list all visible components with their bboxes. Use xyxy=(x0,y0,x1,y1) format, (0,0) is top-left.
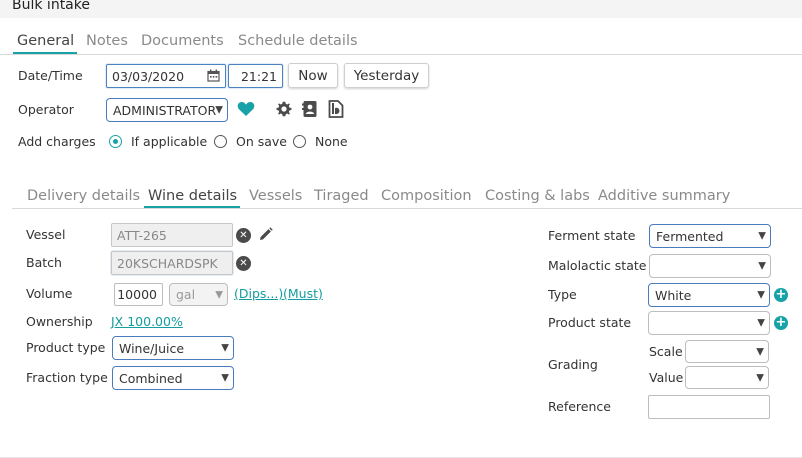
grade-value-select[interactable]: ▼ xyxy=(685,366,769,389)
caret-down-icon: ▼ xyxy=(221,372,229,384)
malolactic-state-select[interactable]: ▼ xyxy=(649,254,771,278)
ownership-label: Ownership xyxy=(26,314,93,329)
vessel-value: ATT-265 xyxy=(117,227,167,243)
now-button[interactable]: Now xyxy=(288,63,338,88)
operator-value: ADMINISTRATOR xyxy=(113,102,217,118)
charges-if-applicable-label[interactable]: If applicable xyxy=(131,134,207,149)
clear-batch-icon[interactable]: ✕ xyxy=(236,256,251,271)
reference-input[interactable] xyxy=(648,395,770,419)
caret-down-icon: ▼ xyxy=(756,346,764,357)
must-link[interactable]: (Must) xyxy=(283,286,323,301)
tab-general[interactable]: General xyxy=(17,33,74,49)
batch-value: 20KSCHARDSPK xyxy=(117,255,218,271)
product-type-value: Wine/Juice xyxy=(119,340,185,356)
add-type-icon[interactable]: + xyxy=(774,288,788,302)
ferment-state-value: Fermented xyxy=(656,228,724,244)
date-value: 03/03/2020 xyxy=(112,68,185,84)
time-value: 21:21 xyxy=(240,68,277,84)
charges-none-label[interactable]: None xyxy=(315,134,348,149)
window-title: Bulk intake xyxy=(12,0,90,13)
grade-value-label: Value xyxy=(649,370,684,385)
vessel-label: Vessel xyxy=(26,227,66,242)
subtab-additive-summary[interactable]: Additive summary xyxy=(598,188,730,204)
caret-down-icon: ▼ xyxy=(756,372,764,383)
subtab-wine-details[interactable]: Wine details xyxy=(148,188,237,204)
document-icon[interactable] xyxy=(328,100,344,121)
caret-down-icon: ▼ xyxy=(215,104,223,116)
reference-label: Reference xyxy=(548,399,611,414)
caret-down-icon: ▼ xyxy=(757,289,765,301)
subtab-tiraged[interactable]: Tiraged xyxy=(314,188,369,204)
charges-on-save-radio[interactable] xyxy=(214,135,227,148)
batch-field: 20KSCHARDSPK xyxy=(111,251,233,275)
fraction-type-value: Combined xyxy=(119,370,183,386)
heart-icon[interactable] xyxy=(237,101,255,120)
caret-down-icon: ▼ xyxy=(758,230,766,242)
add-charges-label: Add charges xyxy=(18,134,96,149)
time-input[interactable]: 21:21 xyxy=(228,64,283,88)
volume-unit-select[interactable]: gal ▼ xyxy=(169,283,228,306)
ferment-state-select[interactable]: Fermented ▼ xyxy=(649,224,771,248)
ownership-link[interactable]: JX 100.00% xyxy=(111,314,183,329)
yesterday-button[interactable]: Yesterday xyxy=(344,63,429,88)
malolactic-state-label: Malolactic state xyxy=(548,258,647,273)
tab-notes[interactable]: Notes xyxy=(86,33,128,49)
gear-icon[interactable] xyxy=(276,101,292,120)
contact-card-icon[interactable] xyxy=(302,100,318,121)
vessel-field: ATT-265 xyxy=(111,223,233,247)
scale-select[interactable]: ▼ xyxy=(685,340,769,363)
charges-if-applicable-radio[interactable] xyxy=(109,135,122,148)
caret-down-icon: ▼ xyxy=(215,289,223,300)
fraction-type-label: Fraction type xyxy=(26,370,108,385)
add-product-state-icon[interactable]: + xyxy=(774,316,788,330)
product-state-select[interactable]: ▼ xyxy=(648,311,770,335)
subtab-composition[interactable]: Composition xyxy=(381,188,472,204)
caret-down-icon: ▼ xyxy=(221,342,229,354)
ferment-state-label: Ferment state xyxy=(548,228,636,243)
datetime-label: Date/Time xyxy=(18,68,83,83)
subtab-vessels[interactable]: Vessels xyxy=(249,188,302,204)
product-state-label: Product state xyxy=(548,315,632,330)
operator-label: Operator xyxy=(18,102,74,117)
batch-label: Batch xyxy=(26,255,62,270)
date-input[interactable]: 03/03/2020 xyxy=(106,64,226,88)
subtab-costing-labs[interactable]: Costing & labs xyxy=(485,188,590,204)
product-type-label: Product type xyxy=(26,340,106,355)
charges-on-save-label[interactable]: On save xyxy=(236,134,287,149)
pencil-icon[interactable] xyxy=(258,227,273,245)
scale-label: Scale xyxy=(649,344,683,359)
fraction-type-select[interactable]: Combined ▼ xyxy=(112,366,234,390)
type-select[interactable]: White ▼ xyxy=(648,283,770,307)
volume-input[interactable]: 10000 xyxy=(114,283,163,306)
operator-select[interactable]: ADMINISTRATOR ▼ xyxy=(106,98,228,122)
clear-vessel-icon[interactable]: ✕ xyxy=(236,228,251,243)
tab-schedule-details[interactable]: Schedule details xyxy=(238,33,358,49)
volume-unit-value: gal xyxy=(176,287,196,302)
type-label: Type xyxy=(548,287,577,302)
top-tabs-divider xyxy=(0,54,802,55)
volume-label: Volume xyxy=(26,286,73,301)
sub-tabs-divider xyxy=(12,208,802,209)
calendar-icon[interactable] xyxy=(207,69,220,85)
type-value: White xyxy=(655,287,692,303)
caret-down-icon: ▼ xyxy=(757,317,765,329)
grading-label: Grading xyxy=(548,357,598,372)
caret-down-icon: ▼ xyxy=(758,260,766,272)
dips-link[interactable]: (Dips...) xyxy=(234,286,283,301)
title-bar xyxy=(0,0,802,18)
product-type-select[interactable]: Wine/Juice ▼ xyxy=(112,336,234,360)
subtab-delivery-details[interactable]: Delivery details xyxy=(27,188,140,204)
charges-none-radio[interactable] xyxy=(293,135,306,148)
volume-value: 10000 xyxy=(117,287,157,302)
tab-documents[interactable]: Documents xyxy=(141,33,224,49)
